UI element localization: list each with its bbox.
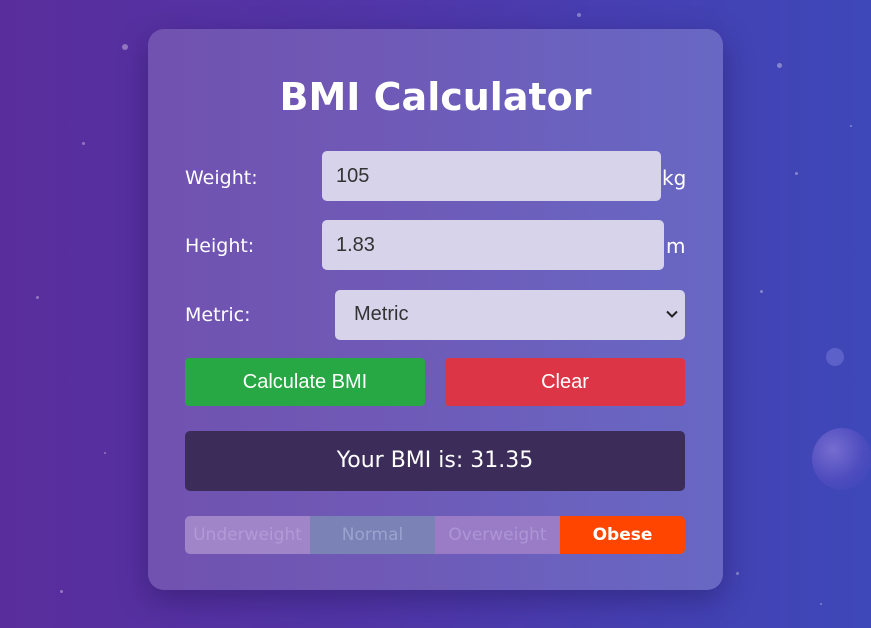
bmi-card: BMI Calculator Weight: kg Height: m Metr…: [148, 29, 723, 590]
weight-unit: kg: [662, 166, 687, 190]
bmi-result: Your BMI is: 31.35: [185, 431, 685, 491]
metric-select[interactable]: Metric: [335, 290, 685, 340]
weight-input[interactable]: [322, 151, 661, 201]
chevron-down-icon: [666, 310, 678, 318]
scale-overweight: Overweight: [435, 516, 560, 554]
calculate-bmi-button[interactable]: Calculate BMI: [185, 358, 425, 406]
clear-button[interactable]: Clear: [445, 358, 685, 406]
page-title: BMI Calculator: [279, 75, 592, 119]
scale-obese: Obese: [560, 516, 685, 554]
height-label: Height:: [185, 235, 255, 257]
scale-underweight: Underweight: [185, 516, 310, 554]
height-unit: m: [666, 234, 686, 258]
weight-label: Weight:: [185, 167, 258, 189]
scale-normal: Normal: [310, 516, 435, 554]
metric-label: Metric:: [185, 304, 251, 326]
height-input[interactable]: [322, 220, 664, 270]
metric-select-value: Metric: [354, 303, 409, 325]
bmi-scale: Underweight Normal Overweight Obese: [185, 516, 685, 554]
